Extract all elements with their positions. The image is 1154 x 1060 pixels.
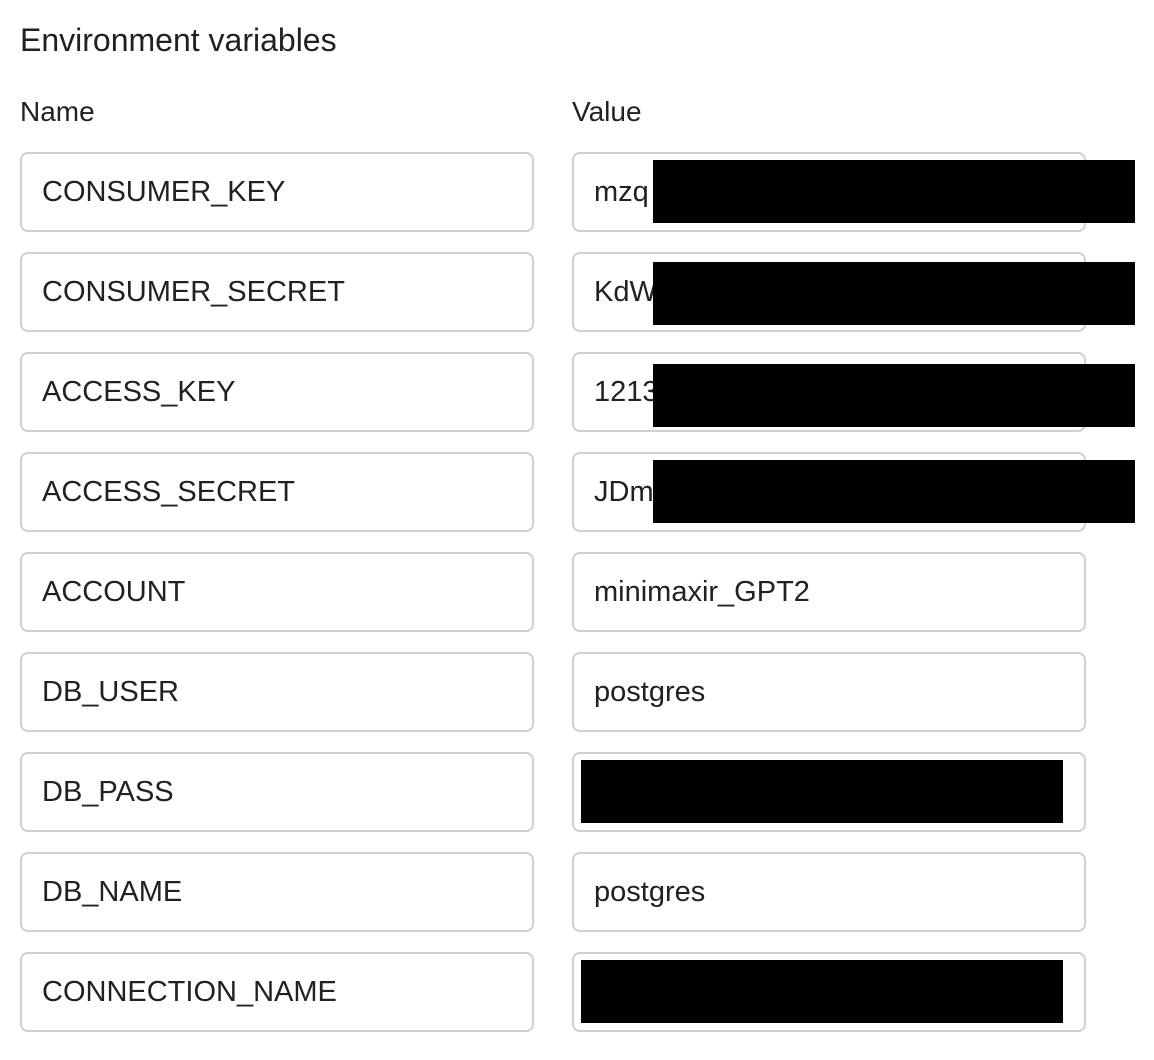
- name-column-header: Name: [20, 96, 95, 127]
- env-var-name-field[interactable]: ACCESS_KEY: [20, 352, 534, 432]
- env-var-row: DB_PASS: [0, 752, 1154, 832]
- env-var-name-field[interactable]: DB_PASS: [20, 752, 534, 832]
- env-var-name-field[interactable]: DB_NAME: [20, 852, 534, 932]
- env-var-name-field[interactable]: CONNECTION_NAME: [20, 952, 534, 1032]
- env-var-row: ACCESS_SECRET JDm: [0, 452, 1154, 532]
- redaction-block: [653, 364, 1135, 427]
- redaction-block: [581, 760, 1063, 823]
- env-var-row: DB_USER postgres: [0, 652, 1154, 732]
- env-var-row: CONSUMER_KEY mzq: [0, 152, 1154, 232]
- env-var-name-field[interactable]: DB_USER: [20, 652, 534, 732]
- env-var-row: ACCESS_KEY 1213: [0, 352, 1154, 432]
- env-var-name-field[interactable]: CONSUMER_SECRET: [20, 252, 534, 332]
- env-var-list: CONSUMER_KEY mzq CONSUMER_SECRET KdW ACC…: [0, 152, 1154, 1052]
- env-var-name-field[interactable]: ACCOUNT: [20, 552, 534, 632]
- redaction-block: [653, 160, 1135, 223]
- env-var-name-field[interactable]: CONSUMER_KEY: [20, 152, 534, 232]
- env-var-row: CONSUMER_SECRET KdW: [0, 252, 1154, 332]
- env-var-row: ACCOUNT minimaxir_GPT2: [0, 552, 1154, 632]
- env-var-row: DB_NAME postgres: [0, 852, 1154, 932]
- env-var-value-field[interactable]: minimaxir_GPT2: [572, 552, 1086, 632]
- env-var-value-field[interactable]: postgres: [572, 852, 1086, 932]
- redaction-block: [581, 960, 1063, 1023]
- env-var-name-field[interactable]: ACCESS_SECRET: [20, 452, 534, 532]
- env-var-row: CONNECTION_NAME: [0, 952, 1154, 1032]
- section-title: Environment variables: [20, 22, 337, 58]
- redaction-block: [653, 460, 1135, 523]
- redaction-block: [653, 262, 1135, 325]
- value-column-header: Value: [572, 96, 642, 127]
- env-var-value-field[interactable]: postgres: [572, 652, 1086, 732]
